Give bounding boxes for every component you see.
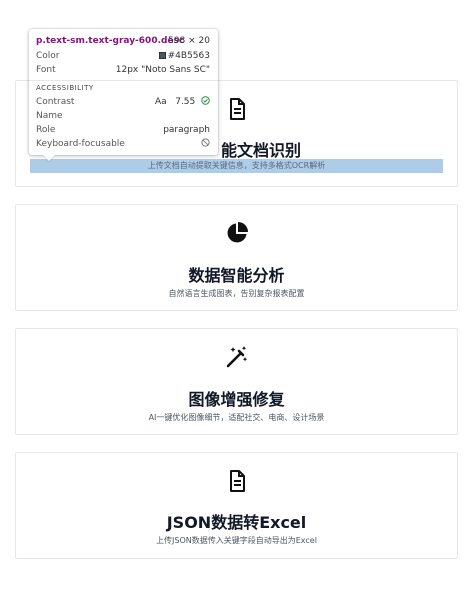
card-description: 上传文档自动提取关键信息，支持多格式OCR解析	[147, 161, 326, 170]
tooltip-contrast-value: 7.55	[175, 97, 196, 107]
tooltip-accessibility-heading: ACCESSIBILITY	[36, 84, 94, 92]
card-description: AI一键优化图像细节，适配社交、电商、设计场景	[148, 413, 325, 422]
tooltip-font-value: 12px "Noto Sans SC"	[115, 65, 210, 75]
tooltip-divider	[29, 80, 218, 81]
card-title: 能文档识别	[221, 141, 302, 160]
tooltip-role-value: paragraph	[163, 125, 210, 135]
tooltip-selector: p.text-sm.text-gray-600.desc	[36, 36, 185, 46]
document-icon	[229, 98, 245, 120]
tooltip-contrast-prefix: Aa	[154, 97, 167, 107]
tooltip-color-value: #4B5563	[167, 51, 210, 61]
feature-card-data-analysis[interactable]: 数据智能分析 自然语言生成图表，告别复杂报表配置	[15, 204, 458, 311]
document-icon	[229, 470, 245, 492]
magic-wand-icon	[226, 346, 247, 368]
color-swatch	[158, 52, 166, 59]
devtools-inspect-tooltip: p.text-sm.text-gray-600.desc 598 × 20 Co…	[29, 29, 218, 155]
card-description: 上传JSON数据传入关键字段自动导出为Excel	[156, 536, 317, 545]
tooltip-font-label: Font	[36, 65, 56, 75]
tooltip-contrast-label: Contrast	[36, 97, 75, 107]
pie-chart-icon	[227, 222, 248, 243]
feature-card-json-to-excel[interactable]: JSON数据转Excel 上传JSON数据传入关键字段自动导出为Excel	[15, 452, 458, 559]
card-title: 数据智能分析	[188, 266, 285, 285]
card-description: 自然语言生成图表，告别复杂报表配置	[168, 289, 305, 298]
tooltip-role-label: Role	[36, 125, 56, 135]
tooltip-color-label: Color	[36, 51, 60, 61]
feature-card-image-enhance[interactable]: 图像增强修复 AI一键优化图像细节，适配社交、电商、设计场景	[15, 328, 458, 435]
tooltip-size: 598 × 20	[168, 36, 210, 46]
not-allowed-icon	[201, 138, 210, 147]
tooltip-name-label: Name	[36, 111, 63, 121]
card-title: 图像增强修复	[188, 390, 285, 409]
card-title: JSON数据转Excel	[166, 513, 307, 532]
tooltip-keyboard-label: Keyboard-focusable	[36, 139, 125, 149]
check-circle-icon	[201, 96, 210, 105]
